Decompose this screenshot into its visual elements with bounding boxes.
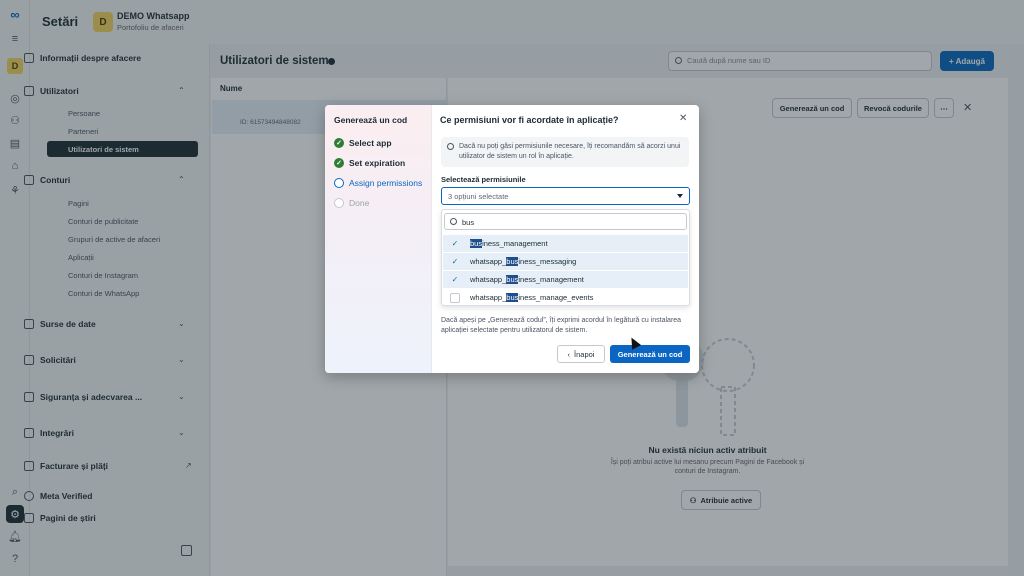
option-label: business_management bbox=[470, 239, 548, 248]
checkbox-checked-icon[interactable]: ✓ bbox=[450, 239, 460, 249]
close-icon[interactable]: ✕ bbox=[679, 113, 687, 124]
option-label: whatsapp_business_management bbox=[470, 275, 584, 284]
business-settings-app: ∞ ≡ D ◎ ⚇ ▤ ⌂ ⚘ ⌕ ⚙ 🔔︎ ? Setări D DEMO W… bbox=[0, 0, 1024, 576]
step-label: Done bbox=[349, 198, 370, 208]
caret-down-icon bbox=[677, 194, 683, 198]
permission-option[interactable]: ✓ whatsapp_business_messaging bbox=[443, 253, 688, 270]
back-label: Înapoi bbox=[574, 349, 595, 359]
search-icon bbox=[450, 218, 457, 225]
steps-title: Generează un cod bbox=[334, 115, 408, 125]
pending-step-icon bbox=[334, 198, 344, 208]
step-label: Select app bbox=[349, 138, 392, 148]
checkbox-unchecked-icon[interactable] bbox=[450, 292, 460, 303]
notice-text: Dacă nu poți găsi permisiunile necesare,… bbox=[459, 143, 681, 160]
step-set-expiration[interactable]: ✓ Set expiration bbox=[334, 158, 405, 168]
back-button[interactable]: ‹ Înapoi bbox=[557, 345, 605, 363]
step-select-app[interactable]: ✓ Select app bbox=[334, 138, 392, 148]
permission-option[interactable]: ✓ whatsapp_business_management bbox=[443, 271, 688, 288]
permissions-search-input[interactable]: bus bbox=[444, 213, 687, 230]
checkbox-checked-icon[interactable]: ✓ bbox=[450, 275, 460, 285]
info-notice: Dacă nu poți găsi permisiunile necesare,… bbox=[441, 137, 689, 167]
option-label: whatsapp_business_manage_events bbox=[470, 293, 594, 302]
check-circle-icon: ✓ bbox=[334, 138, 344, 148]
generate-code-dialog: Generează un cod ✓ Select app ✓ Set expi… bbox=[325, 105, 699, 373]
info-icon bbox=[447, 143, 454, 150]
active-step-icon bbox=[334, 178, 344, 188]
dialog-title: Ce permisiuni vor fi acordate în aplicaț… bbox=[440, 115, 619, 125]
permission-option[interactable]: whatsapp_business_manage_events bbox=[443, 289, 688, 306]
step-assign-permissions[interactable]: Assign permissions bbox=[334, 178, 422, 188]
chevron-left-icon: ‹ bbox=[567, 349, 571, 359]
step-label: Assign permissions bbox=[349, 178, 423, 188]
option-label: whatsapp_business_messaging bbox=[470, 257, 577, 266]
search-value: bus bbox=[462, 218, 475, 227]
check-circle-icon: ✓ bbox=[334, 158, 344, 168]
permissions-dropdown: bus ✓ business_management ✓ whatsapp_bus… bbox=[441, 209, 690, 306]
select-value: 3 opțiuni selectate bbox=[448, 192, 509, 201]
step-label: Set expiration bbox=[349, 158, 406, 168]
step-done: Done bbox=[334, 198, 369, 208]
generate-code-submit-button[interactable]: Generează un cod bbox=[610, 345, 690, 363]
consent-text: Dacă apeși pe „Generează codul”, îți exp… bbox=[441, 317, 682, 334]
steps-panel: Generează un cod ✓ Select app ✓ Set expi… bbox=[325, 105, 432, 373]
permission-option[interactable]: ✓ business_management bbox=[443, 235, 688, 252]
permissions-label: Selectează permisiunile bbox=[441, 175, 526, 184]
checkbox-checked-icon[interactable]: ✓ bbox=[450, 257, 460, 267]
permissions-select[interactable]: 3 opțiuni selectate bbox=[441, 187, 690, 205]
